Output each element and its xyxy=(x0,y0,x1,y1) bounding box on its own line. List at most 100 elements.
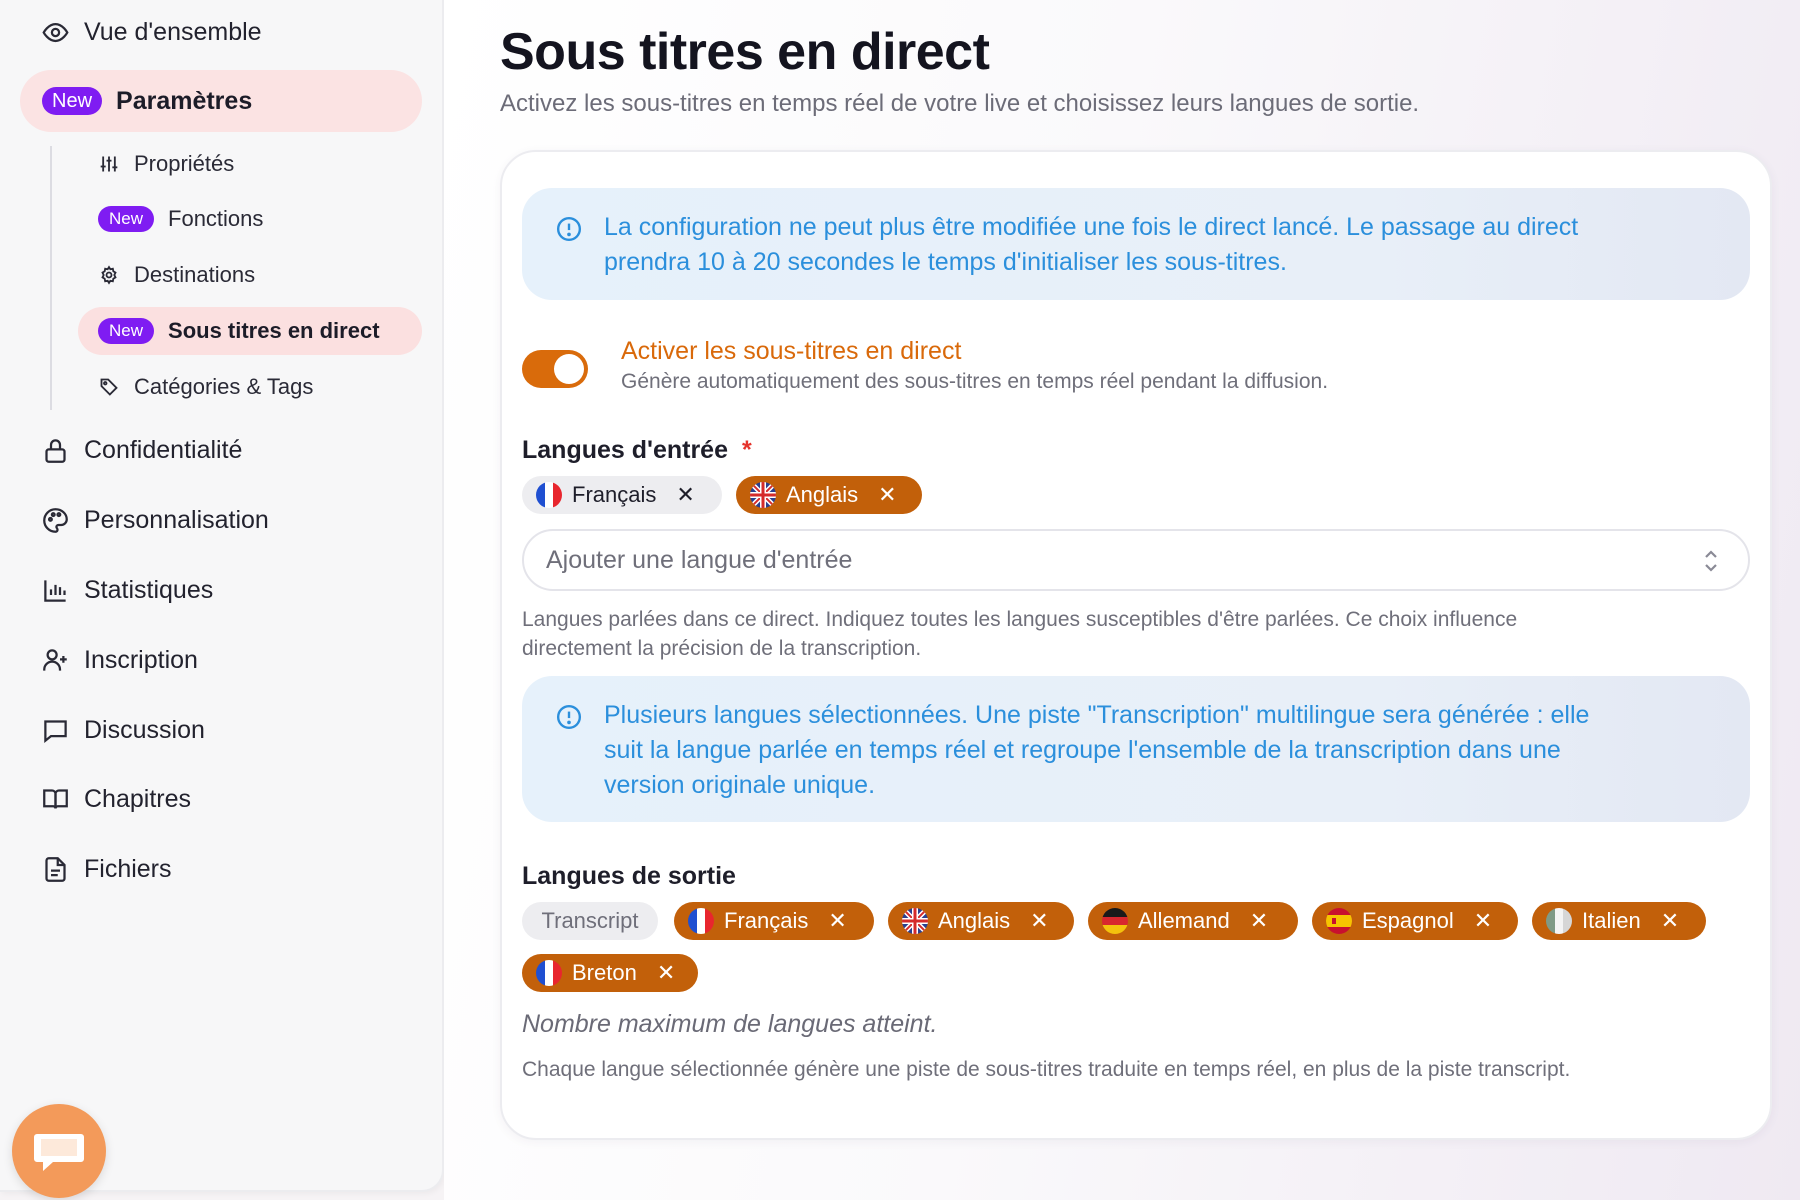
france-flag-icon xyxy=(536,482,562,508)
france-flag-icon xyxy=(536,960,562,986)
select-placeholder: Ajouter une langue d'entrée xyxy=(546,545,853,574)
palette-icon xyxy=(40,505,70,535)
page-title: Sous titres en direct xyxy=(500,23,990,81)
book-icon xyxy=(40,784,70,814)
remove-chip-button[interactable]: ✕ xyxy=(676,482,694,508)
new-badge: New xyxy=(98,318,155,344)
sidebar-item-overview[interactable]: Vue d'ensemble xyxy=(40,2,262,62)
chip-label: Anglais xyxy=(786,482,859,507)
sidebar-subitem-label: Sous titres en direct xyxy=(168,318,380,343)
chevron-up-down-icon xyxy=(1705,550,1717,572)
tag-icon xyxy=(98,376,120,398)
file-icon xyxy=(40,854,70,884)
sidebar-item-label: Inscription xyxy=(84,645,198,674)
output-language-chip-espagnol: Espagnol ✕ xyxy=(1312,902,1518,940)
alert-text-line: La configuration ne peut plus être modif… xyxy=(604,213,1579,241)
sidebar-item-label: Chapitres xyxy=(84,784,191,813)
sliders-icon xyxy=(98,153,120,175)
lock-icon xyxy=(40,435,70,465)
alert-text-line: Plusieurs langues sélectionnées. Une pis… xyxy=(604,701,1590,729)
uk-flag-icon xyxy=(902,908,928,934)
output-language-chip-francais: Français ✕ xyxy=(674,902,874,940)
help-text-line: Langues parlées dans ce direct. Indiquez… xyxy=(522,608,1518,631)
output-language-chip-breton: Breton ✕ xyxy=(522,954,698,992)
chat-icon xyxy=(40,715,70,745)
chip-label: Transcript xyxy=(541,908,639,933)
config-info-alert: La configuration ne peut plus être modif… xyxy=(522,188,1750,300)
sidebar-subitem-label: Catégories & Tags xyxy=(134,374,314,399)
sidebar-item-label: Personnalisation xyxy=(84,505,269,534)
output-languages-help: Chaque langue sélectionnée génère une pi… xyxy=(522,1058,1571,1081)
live-subtitles-toggle[interactable] xyxy=(522,350,588,388)
input-language-select[interactable]: Ajouter une langue d'entrée xyxy=(522,529,1750,591)
remove-chip-button[interactable]: ✕ xyxy=(1474,908,1492,934)
alert-text-line: version originale unique. xyxy=(604,771,876,799)
chip-label: Allemand xyxy=(1138,908,1230,933)
chip-label: Espagnol xyxy=(1362,908,1454,933)
toggle-description: Génère automatiquement des sous-titres e… xyxy=(621,370,1329,393)
alert-text-line: suit la langue parlée en temps réel et r… xyxy=(604,736,1561,764)
remove-chip-button[interactable]: ✕ xyxy=(828,908,846,934)
sidebar-subitem-destinations[interactable]: Destinations xyxy=(98,250,255,300)
sidebar-item-chapitres[interactable]: Chapitres xyxy=(40,769,191,829)
gear-icon xyxy=(98,264,120,286)
sidebar-item-parametres[interactable]: New Paramètres xyxy=(20,70,422,132)
app-root: Vue d'ensemble New Paramètres Propriétés… xyxy=(0,0,1800,1200)
sidebar-subitem-fonctions[interactable]: New Fonctions xyxy=(98,194,263,244)
multilang-info-alert: Plusieurs langues sélectionnées. Une pis… xyxy=(522,676,1750,822)
input-languages-help: Langues parlées dans ce direct. Indiquez… xyxy=(522,605,1722,663)
subnav-guide-line xyxy=(50,146,52,410)
new-badge: New xyxy=(42,87,103,115)
user-plus-icon xyxy=(40,645,70,675)
toggle-title: Activer les sous-titres en direct xyxy=(621,337,962,365)
chip-label: Français xyxy=(724,908,809,933)
sidebar-item-label: Fichiers xyxy=(84,854,172,883)
sidebar-item-statistiques[interactable]: Statistiques xyxy=(40,560,213,620)
remove-chip-button[interactable]: ✕ xyxy=(657,960,675,986)
sidebar-item-personnalisation[interactable]: Personnalisation xyxy=(40,490,269,550)
info-icon xyxy=(556,704,582,730)
spain-flag-icon xyxy=(1326,908,1352,934)
chip-label: Italien xyxy=(1582,908,1641,933)
bar-chart-icon xyxy=(40,575,70,605)
help-text-line: directement la précision de la transcrip… xyxy=(522,637,922,660)
max-languages-note: Nombre maximum de langues atteint. xyxy=(522,1010,938,1038)
sidebar-item-label: Discussion xyxy=(84,715,205,744)
sidebar-item-confidentialite[interactable]: Confidentialité xyxy=(40,420,242,480)
remove-chip-button[interactable]: ✕ xyxy=(1250,908,1268,934)
sidebar-subitem-label: Destinations xyxy=(134,262,256,287)
remove-chip-button[interactable]: ✕ xyxy=(1661,908,1679,934)
output-languages-title: Langues de sortie xyxy=(522,862,736,890)
sidebar-item-label: Paramètres xyxy=(116,86,253,115)
uk-flag-icon xyxy=(750,482,776,508)
sidebar: Vue d'ensemble New Paramètres Propriétés… xyxy=(0,0,444,1192)
new-badge: New xyxy=(98,206,155,232)
support-chat-button[interactable] xyxy=(12,1104,106,1198)
input-language-chip-francais: Français ✕ xyxy=(522,476,722,514)
sidebar-subitem-categories[interactable]: Catégories & Tags xyxy=(98,362,313,412)
sidebar-subitem-label: Propriétés xyxy=(134,151,235,176)
output-language-chip-anglais: Anglais ✕ xyxy=(888,902,1074,940)
chip-label: Breton xyxy=(572,960,637,985)
sidebar-item-label: Statistiques xyxy=(84,575,214,604)
remove-chip-button[interactable]: ✕ xyxy=(1030,908,1048,934)
input-languages-title: Langues d'entrée * xyxy=(522,436,752,465)
alert-text-line: prendra 10 à 20 secondes le temps d'init… xyxy=(604,248,1287,276)
sidebar-item-fichiers[interactable]: Fichiers xyxy=(40,839,172,899)
france-flag-icon xyxy=(688,908,714,934)
sidebar-item-label: Vue d'ensemble xyxy=(84,17,262,46)
sidebar-subitem-proprietes[interactable]: Propriétés xyxy=(98,139,234,189)
input-language-chip-anglais: Anglais ✕ xyxy=(736,476,922,514)
sidebar-item-discussion[interactable]: Discussion xyxy=(40,700,205,760)
toggle-knob xyxy=(554,354,584,384)
italy-flag-icon xyxy=(1546,908,1572,934)
remove-chip-button[interactable]: ✕ xyxy=(878,482,896,508)
sidebar-subitem-sous-titres[interactable]: New Sous titres en direct xyxy=(78,307,422,355)
sidebar-item-inscription[interactable]: Inscription xyxy=(40,630,198,690)
info-icon xyxy=(556,216,582,242)
sidebar-item-label: Confidentialité xyxy=(84,435,243,464)
eye-icon xyxy=(40,17,70,47)
chip-label: Anglais xyxy=(938,908,1011,933)
output-language-chip-allemand: Allemand ✕ xyxy=(1088,902,1298,940)
output-language-chip-italien: Italien ✕ xyxy=(1532,902,1706,940)
